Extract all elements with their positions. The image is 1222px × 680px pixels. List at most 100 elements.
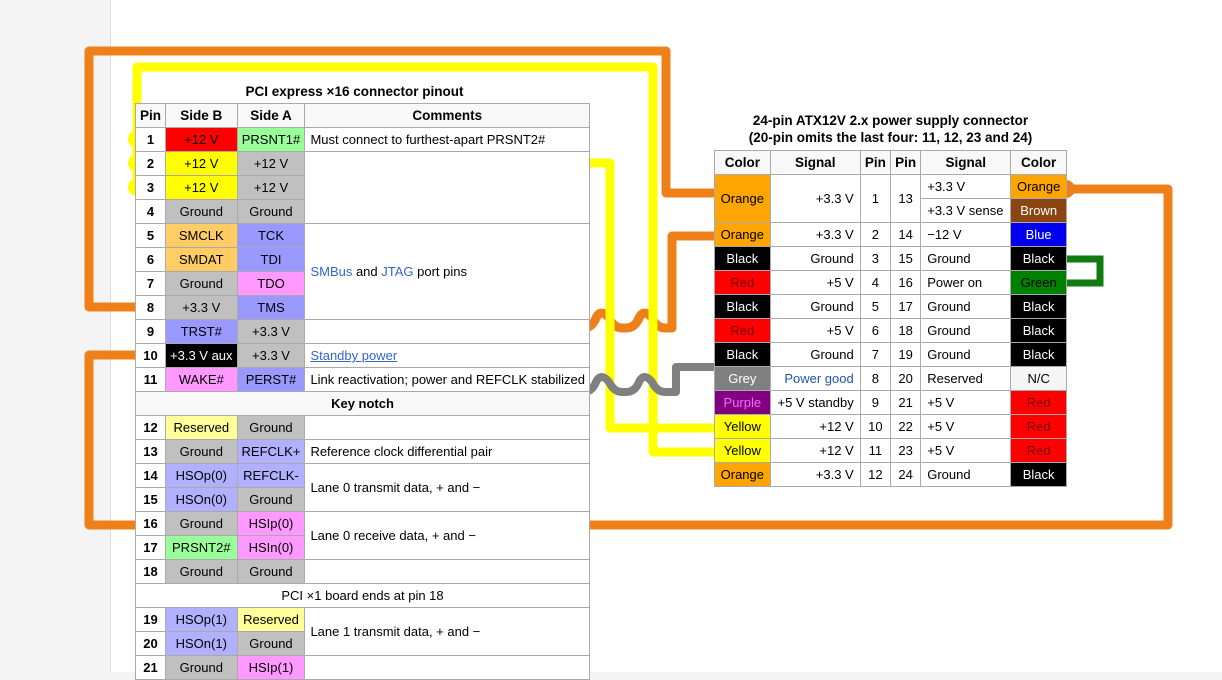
atx-pin-right-cell: 17 [889, 294, 922, 319]
atx-color-left-cell: Grey [714, 366, 771, 391]
atx-pin-left-cell: 10 [859, 414, 891, 439]
pcie-pin-number: 19 [134, 607, 167, 632]
pcie-side-a-cell: REFCLK+ [236, 439, 306, 464]
pcie-pin-number: 5 [134, 223, 167, 248]
pcie-header-pin: Pin [134, 103, 167, 128]
atx-header-pin-left: Pin [859, 150, 891, 175]
atx-signal-right-cell: +3.3 V sense [920, 198, 1012, 223]
pcie-side-b-cell: HSOp(1) [165, 607, 238, 632]
atx-color-right-cell: Red [1010, 438, 1067, 463]
pcie-pin-number: 1 [134, 127, 167, 152]
atx-pin-right-cell: 15 [889, 246, 922, 271]
pcie-pin-number: 16 [134, 511, 167, 536]
pcie-side-a-cell: +3.3 V [236, 343, 306, 368]
pcie-comment-cell: Standby power [304, 343, 591, 368]
pcie-pin-number: 9 [134, 319, 167, 344]
pcie-side-a-cell: PERST# [236, 367, 306, 392]
table-row: Orange +3.3 V 1 13 +3.3 V Orange [714, 174, 1067, 223]
table-row: Black Ground 3 15 Ground Black [714, 246, 1067, 271]
pcie-side-a-cell: Ground [236, 199, 306, 224]
atx-pin-left-cell: 2 [859, 222, 891, 247]
atx-pin-left-cell: 1 [859, 174, 891, 223]
pcie-side-b-cell: Ground [165, 559, 238, 584]
pcie-side-b-cell: HSOn(0) [165, 487, 238, 512]
smbus-link[interactable]: SMBus [310, 264, 352, 279]
atx-signal-right-cell: +5 V [920, 414, 1012, 439]
atx-color-left-cell: Yellow [714, 414, 771, 439]
atx-pin-left-cell: 4 [859, 270, 891, 295]
pcie-pin-number: 10 [134, 343, 167, 368]
pcie-side-b-cell: Ground [165, 655, 238, 680]
pcie-side-a-cell: +12 V [236, 175, 306, 200]
atx-pin-right-cell: 16 [889, 270, 922, 295]
pcie-table-title: PCI express ×16 connector pinout [245, 84, 464, 99]
atx-color-right-cell: Black [1010, 318, 1067, 343]
pcie-header-side-b: Side B [165, 103, 238, 128]
atx-pinout-panel: 24-pin ATX12V 2.x power supply connector… [714, 112, 1067, 487]
atx-pin-left-cell: 7 [859, 342, 891, 367]
table-row: Purple +5 V standby 9 21 +5 V Red [714, 390, 1067, 415]
pcie-side-a-cell: HSIp(1) [236, 655, 306, 680]
table-row: Yellow +12 V 11 23 +5 V Red [714, 438, 1067, 463]
pcie-side-b-cell: +12 V [165, 175, 238, 200]
table-row: 12 Reserved Ground [134, 415, 591, 440]
pcie-side-a-cell: TDI [236, 247, 306, 272]
atx-signal-left-cell: Ground [769, 342, 861, 367]
pcie-comment-cell [304, 319, 591, 344]
atx-color-right-cell: Blue [1010, 222, 1067, 247]
atx-pinout-table: Color Signal Pin Pin Signal Color Orange… [714, 150, 1067, 487]
table-row: 1 +12 V PRSNT1# Must connect to furthest-ap… [134, 127, 591, 152]
table-row: Grey Power good 8 20 Reserved N/C [714, 366, 1067, 391]
pcie-pin-number: 6 [134, 247, 167, 272]
atx-color-left-cell: Orange [714, 174, 771, 223]
atx-color-right-cell: Black [1010, 342, 1067, 367]
atx-signal-right-cell: Ground [920, 318, 1012, 343]
pcie-side-a-cell: +3.3 V [236, 319, 306, 344]
atx-pin-left-cell: 12 [859, 462, 891, 487]
pcie-pin-number: 15 [134, 487, 167, 512]
table-row: Orange +3.3 V 2 14 −12 V Blue [714, 222, 1067, 247]
pcie-comment-cell: Link reactivation; power and REFCLK stab… [304, 367, 591, 392]
pcie-pin-number: 12 [134, 415, 167, 440]
jtag-link[interactable]: JTAG [381, 264, 413, 279]
pcie-comment-cell [304, 559, 591, 584]
atx-color-left-cell: Orange [714, 462, 771, 487]
atx-signal-right-cell: +5 V [920, 438, 1012, 463]
green-power-on-jumper [1066, 255, 1104, 287]
table-row: Red +5 V 6 18 Ground Black [714, 318, 1067, 343]
atx-signal-left-cell: Power good [769, 366, 861, 391]
table-row: 16 Ground HSIp(0) Lane 0 receive data, + an… [134, 511, 591, 560]
atx-title-line-2: (20-pin omits the last four: 11, 12, 23 … [748, 130, 1033, 145]
pcie-side-a-cell: Ground [236, 415, 306, 440]
pcie-side-a-cell: Ground [236, 487, 306, 512]
atx-pin-left-cell: 5 [859, 294, 891, 319]
pcie-pin-number: 13 [134, 439, 167, 464]
pcie-side-b-cell: Ground [165, 271, 238, 296]
pcie-comment-cell: Must connect to furthest-apart PRSNT2# [304, 127, 591, 152]
atx-color-right-cell: Red [1010, 390, 1067, 415]
table-row: 9 TRST# +3.3 V [134, 319, 591, 344]
atx-signal-left-cell: Ground [769, 294, 861, 319]
pcie-side-a-cell: HSIp(0) [236, 511, 306, 536]
pcie-pin-number: 18 [134, 559, 167, 584]
pcie-side-b-cell: Ground [165, 439, 238, 464]
pcie-pin-number: 14 [134, 463, 167, 488]
pcie-side-b-cell: SMCLK [165, 223, 238, 248]
pcie-side-a-cell: PRSNT1# [236, 127, 306, 152]
atx-signal-left-cell: +3.3 V [769, 222, 861, 247]
pcie-pin-number: 20 [134, 631, 167, 656]
pcie-comment-cell: Lane 0 receive data, + and − [304, 511, 591, 560]
pcie-side-b-cell: Reserved [165, 415, 238, 440]
atx-pin-left-cell: 8 [859, 366, 891, 391]
atx-pin-right-cell: 20 [889, 366, 922, 391]
atx-color-right-cell: Red [1010, 414, 1067, 439]
standby-power-link[interactable]: Standby power [310, 348, 397, 363]
pcie-pin-number: 17 [134, 535, 167, 560]
atx-signal-right-cell: Ground [920, 294, 1012, 319]
atx-color-left-cell: Black [714, 246, 771, 271]
pcie-pin-number: 3 [134, 175, 167, 200]
pcie-table-body: 1 +12 V PRSNT1# Must connect to furthest-ap… [134, 127, 591, 680]
pcie-side-b-cell: TRST# [165, 319, 238, 344]
atx-table-body: Orange +3.3 V 1 13 +3.3 V Orange +3.3 V sense B… [714, 174, 1067, 487]
pcie-side-b-cell: SMDAT [165, 247, 238, 272]
